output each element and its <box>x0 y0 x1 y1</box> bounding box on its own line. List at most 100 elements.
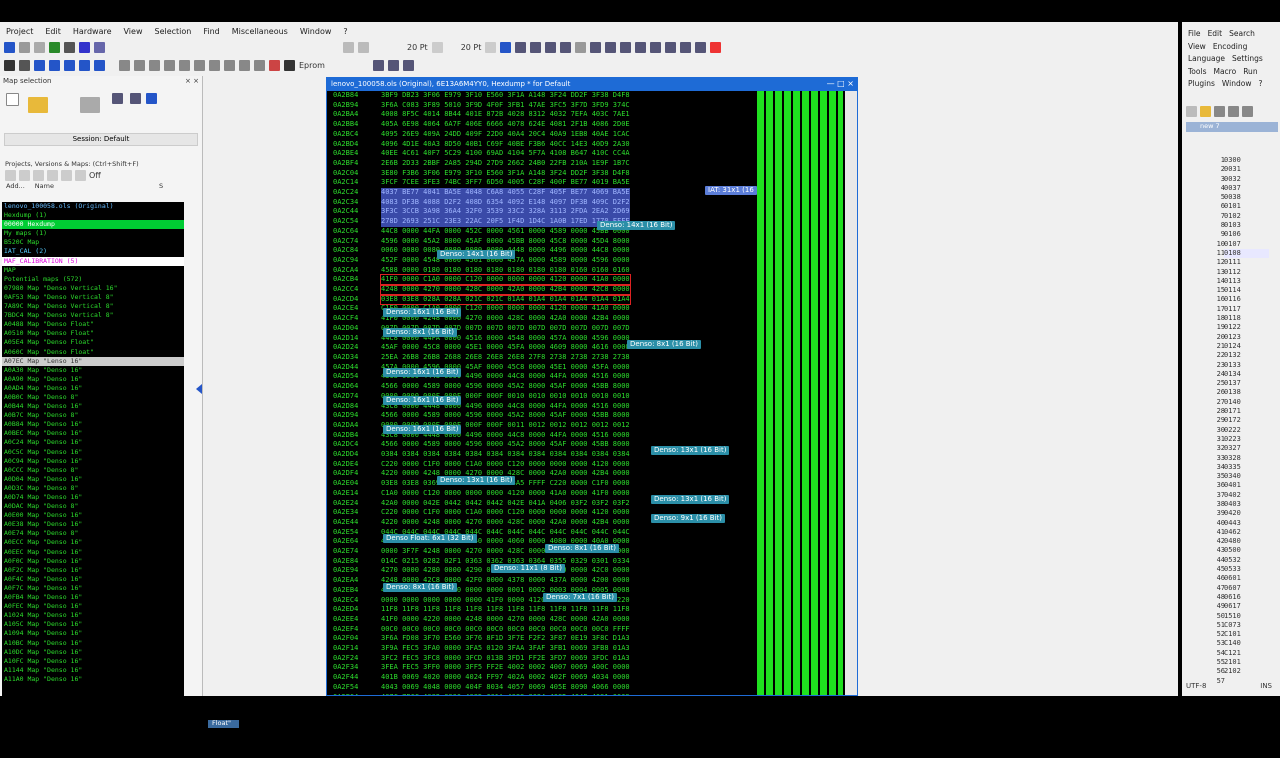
editor-line[interactable]: 0031 <box>1224 165 1269 174</box>
editor-line[interactable]: 0462 <box>1224 528 1269 537</box>
editor-line[interactable]: 0327 <box>1224 444 1269 453</box>
editor-line[interactable]: 0111 <box>1224 258 1269 267</box>
map-label[interactable]: Denso: 8x1 (16 Bit) <box>627 340 702 349</box>
editor-line[interactable]: 0140 <box>1224 398 1269 407</box>
editor-line[interactable]: 0222 <box>1224 426 1269 435</box>
record-icon[interactable] <box>269 60 280 71</box>
help-icon[interactable] <box>402 60 414 71</box>
hex-cells[interactable]: 4095 26E9 409A 24DD 409F 22D0 40A4 20C4 … <box>381 130 630 140</box>
tree-item[interactable]: A10FC Map "Denso 16" <box>2 657 184 666</box>
mark-icon[interactable] <box>590 42 602 53</box>
np-menu-item[interactable]: Encoding <box>1213 42 1248 51</box>
menu-item-6[interactable]: Miscellaneous <box>226 27 294 36</box>
map-label[interactable]: Denso: 9x1 (16 Bit) <box>651 514 726 523</box>
window-icon[interactable] <box>79 42 90 53</box>
tree-item[interactable]: My maps (1) <box>2 229 184 238</box>
tree-item[interactable]: A1144 Map "Denso 16" <box>2 666 184 675</box>
map-label[interactable]: Denso: 16x1 (16 Bit) <box>383 396 462 405</box>
hex-cells[interactable]: 401B 0069 4020 0000 4024 FF97 402A 0002 … <box>381 673 630 683</box>
hex-cells[interactable]: 405A 6E98 4064 6A7F 406E 6666 4078 624E … <box>381 120 630 130</box>
tree-item[interactable]: A07EC Map "Lenso 16" <box>2 356 184 366</box>
compare-icon[interactable] <box>119 60 130 71</box>
editor-line[interactable]: 0123 <box>1224 333 1269 342</box>
tree-item[interactable]: Potential maps (572) <box>2 275 184 284</box>
hex-cells[interactable]: 407C 7FCC 4082 0000 4085 C01A 4089 8034 … <box>381 693 630 695</box>
editor-line[interactable]: 0134 <box>1224 370 1269 379</box>
editor-line[interactable]: 0300 <box>1224 156 1269 165</box>
forward-arrow-icon[interactable] <box>358 42 369 53</box>
editor-line[interactable]: 2101 <box>1224 658 1269 667</box>
export-icon[interactable] <box>49 42 60 53</box>
editor-line[interactable]: 0107 <box>1224 240 1269 249</box>
play-icon[interactable] <box>64 60 75 71</box>
editor-line[interactable]: 0601 <box>1224 574 1269 583</box>
hex-cells[interactable]: 2E6B 2D33 2BBF 2A85 294D 27D9 2662 24B0 … <box>381 159 630 169</box>
np-menu-item[interactable]: Plugins <box>1188 79 1215 88</box>
editor-line[interactable]: C140 <box>1224 639 1269 648</box>
hex-cells[interactable]: 3FEA FEC5 3FF0 0000 3FF5 FF2E 4002 0002 … <box>381 663 630 673</box>
tree-item[interactable]: A0E00 Map "Denso 16" <box>2 511 184 520</box>
tree-item[interactable]: A0A30 Map "Denso 16" <box>2 366 184 375</box>
tree-item[interactable]: A1094 Map "Denso 16" <box>2 629 184 638</box>
table-icon[interactable] <box>545 42 557 53</box>
hex-cells[interactable]: 44C8 0000 44FA 0000 452C 0000 4561 0000 … <box>381 227 630 237</box>
np-menu-item[interactable]: Window <box>1222 79 1252 88</box>
editor-content[interactable]: 0300 0031 0032 0037 0038 0101 0102 0103 0106 0107… <box>1224 156 1269 686</box>
filter6-icon[interactable] <box>75 169 86 181</box>
np-menu-item[interactable]: Tools <box>1188 67 1206 76</box>
filter-off-label[interactable]: Off <box>89 171 101 180</box>
hex-cells[interactable]: 4596 0000 45A2 8000 45AF 0000 45BB 8000 … <box>381 237 630 247</box>
map-label[interactable]: Denso: 14x1 (16 Bit) <box>437 250 516 259</box>
hex-cells[interactable]: 41F0 0000 C1A0 0000 C120 0000 0000 0000 … <box>380 274 631 287</box>
editor-line[interactable]: 0114 <box>1224 286 1269 295</box>
tree-item[interactable]: A05E4 Map "Denso Float" <box>2 338 184 347</box>
editor-line[interactable]: 0420 <box>1224 509 1269 518</box>
map-label[interactable]: Denso: 13x1 (16 Bit) <box>651 446 730 455</box>
map-label[interactable]: Denso: 13x1 (16 Bit) <box>437 476 516 485</box>
np-close-icon[interactable] <box>1242 106 1253 117</box>
menu-item-5[interactable]: Find <box>197 27 225 36</box>
tree-item[interactable]: 7BDC4 Map "Denso Vertical 8" <box>2 311 184 320</box>
map-label[interactable]: Denso: 16x1 (16 Bit) <box>383 368 462 377</box>
print-icon[interactable] <box>64 42 75 53</box>
hex-cells[interactable]: 42A0 0000 042E 0442 0442 0442 042E 041A … <box>381 499 630 509</box>
editor-line[interactable]: 0117 <box>1224 305 1269 314</box>
hex-cells[interactable]: 41F0 0000 4220 0000 4248 0000 4270 0000 … <box>381 615 630 625</box>
hex-cells[interactable]: 0384 0384 0384 0384 0384 0384 0384 0384 … <box>381 450 630 460</box>
hex-cells[interactable]: 4083 DF3B 4088 D2F2 408D 6354 4092 E148 … <box>381 197 630 208</box>
percent-icon[interactable] <box>650 42 662 53</box>
editor-line[interactable]: 1510 <box>1224 612 1269 621</box>
pin-icon[interactable] <box>387 60 399 71</box>
editor-line[interactable]: 0106 <box>1224 230 1269 239</box>
filter3-icon[interactable] <box>33 169 44 181</box>
np-open-icon[interactable] <box>1200 106 1211 117</box>
font-size-b[interactable]: 20 Pt <box>461 43 482 52</box>
map-label[interactable]: Denso: 16x1 (16 Bit) <box>383 308 462 317</box>
tree-item[interactable]: MAF_CALIBRATION (5) <box>2 256 184 266</box>
editor-line[interactable]: 0607 <box>1224 584 1269 593</box>
hex-cells[interactable]: 11F8 11F8 11F8 11F8 11F8 11F8 11F8 11F8 … <box>381 605 630 615</box>
editor-line[interactable]: 0532 <box>1224 556 1269 565</box>
map-label[interactable]: Denso: 14x1 (16 Bit) <box>597 221 676 230</box>
hex-cells[interactable]: 3F9A FEC5 3FA0 0000 3FA5 0120 3FAA 3FAF … <box>381 644 630 654</box>
editor-line[interactable]: C073 <box>1224 621 1269 630</box>
filter5-icon[interactable] <box>61 169 72 181</box>
editor-line[interactable]: C121 <box>1224 649 1269 658</box>
font-size-up-icon[interactable] <box>485 42 497 53</box>
value-icon[interactable] <box>665 42 677 53</box>
tree-item[interactable]: 7A89C Map "Denso Vertical 8" <box>2 302 184 311</box>
editor-line[interactable]: 0103 <box>1224 221 1269 230</box>
np-saveall-icon[interactable] <box>1228 106 1239 117</box>
editor-line[interactable]: 0172 <box>1224 416 1269 425</box>
map-tree[interactable]: lenovo_100058.ols (Original) Hexdump (1) … <box>2 202 184 758</box>
col-add[interactable]: Add... <box>6 182 25 192</box>
np-menu-item[interactable]: View <box>1188 42 1206 51</box>
tree-item[interactable]: A0FB4 Map "Denso 16" <box>2 593 184 602</box>
np-menu-item[interactable]: Run <box>1243 67 1257 76</box>
np-menu-item[interactable]: Edit <box>1208 29 1223 38</box>
editor-line[interactable]: 0617 <box>1224 602 1269 611</box>
tree-item[interactable]: A0C5C Map "Denso 16" <box>2 448 184 457</box>
back-arrow-icon[interactable] <box>343 42 354 53</box>
open-icon[interactable] <box>19 42 30 53</box>
hex-icon[interactable] <box>575 42 587 53</box>
